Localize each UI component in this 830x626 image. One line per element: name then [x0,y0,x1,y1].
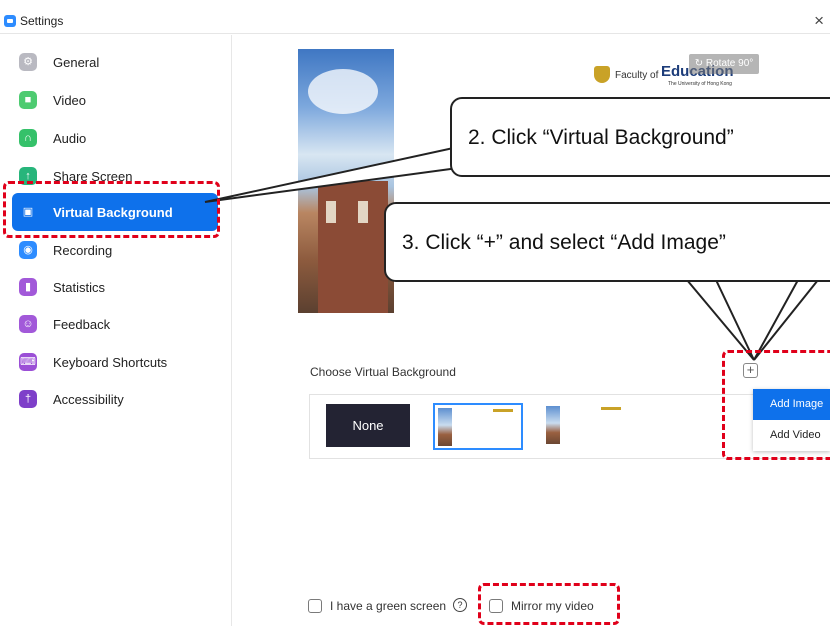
sidebar-item-video[interactable]: ■ Video [0,81,232,119]
accessibility-icon: † [19,390,37,408]
preview-cloud [308,69,378,114]
background-none-option[interactable]: None [326,404,410,447]
sidebar-item-feedback[interactable]: ☺ Feedback [0,305,232,343]
feedback-icon: ☺ [19,315,37,333]
thumbnail-logo [601,407,621,410]
green-screen-checkbox[interactable] [308,599,322,613]
sidebar-item-label: Recording [53,243,113,258]
background-thumbnail-selected[interactable] [433,403,523,450]
rotate-button[interactable]: ↻ Rotate 90° [689,54,759,74]
help-icon[interactable]: ? [453,598,467,612]
zoom-app-icon [4,15,16,27]
sidebar-item-label: Feedback [53,317,111,332]
sidebar-item-label: Audio [53,131,87,146]
step3-callout: 3. Click “+” and select “Add Image” [384,202,830,282]
highlight-mirror-video [478,583,620,625]
logo-university-text: The University of Hong Kong [668,81,732,87]
headphones-icon: ∩ [19,129,37,147]
sidebar-item-statistics[interactable]: ▮ Statistics [0,268,232,306]
step2-callout: 2. Click “Virtual Background” [450,97,830,177]
sidebar-item-label: Accessibility [53,392,124,407]
sidebar-item-label: Statistics [53,280,106,295]
sidebar-item-accessibility[interactable]: † Accessibility [0,380,232,418]
highlight-add-menu [722,350,830,460]
recording-icon: ◉ [19,241,37,259]
university-crest-icon [594,66,610,83]
thumbnail-photo [546,406,560,444]
thumbnail-logo [493,409,513,412]
video-camera-icon: ■ [19,91,37,109]
highlight-virtual-background [3,181,220,238]
choose-background-heading: Choose Virtual Background [310,365,456,379]
background-preview-image [298,49,394,313]
gear-icon: ⚙ [19,53,37,71]
window-title: Settings [20,14,64,28]
statistics-icon: ▮ [19,278,37,296]
sidebar-item-label: Keyboard Shortcuts [53,355,168,370]
sidebar-item-label: Video [53,93,87,108]
keyboard-icon: ⌨ [19,353,37,371]
sidebar-item-keyboard-shortcuts[interactable]: ⌨ Keyboard Shortcuts [0,343,232,381]
thumbnail-photo [438,408,452,446]
preview-building [318,181,388,313]
logo-faculty-text: Faculty of [615,70,659,81]
title-bar: Settings × [0,10,830,34]
green-screen-label: I have a green screen [330,599,447,613]
sidebar-item-general[interactable]: ⚙ General [0,43,232,81]
step3-pointer-left [684,279,755,361]
background-thumbnail[interactable] [541,403,631,450]
sidebar-item-audio[interactable]: ∩ Audio [0,119,232,157]
close-icon[interactable]: × [814,11,824,31]
settings-sidebar: ⚙ General ■ Video ∩ Audio ↑ Share Screen… [0,35,232,626]
step3-pointer-right [753,279,821,361]
sidebar-item-label: General [53,55,100,70]
